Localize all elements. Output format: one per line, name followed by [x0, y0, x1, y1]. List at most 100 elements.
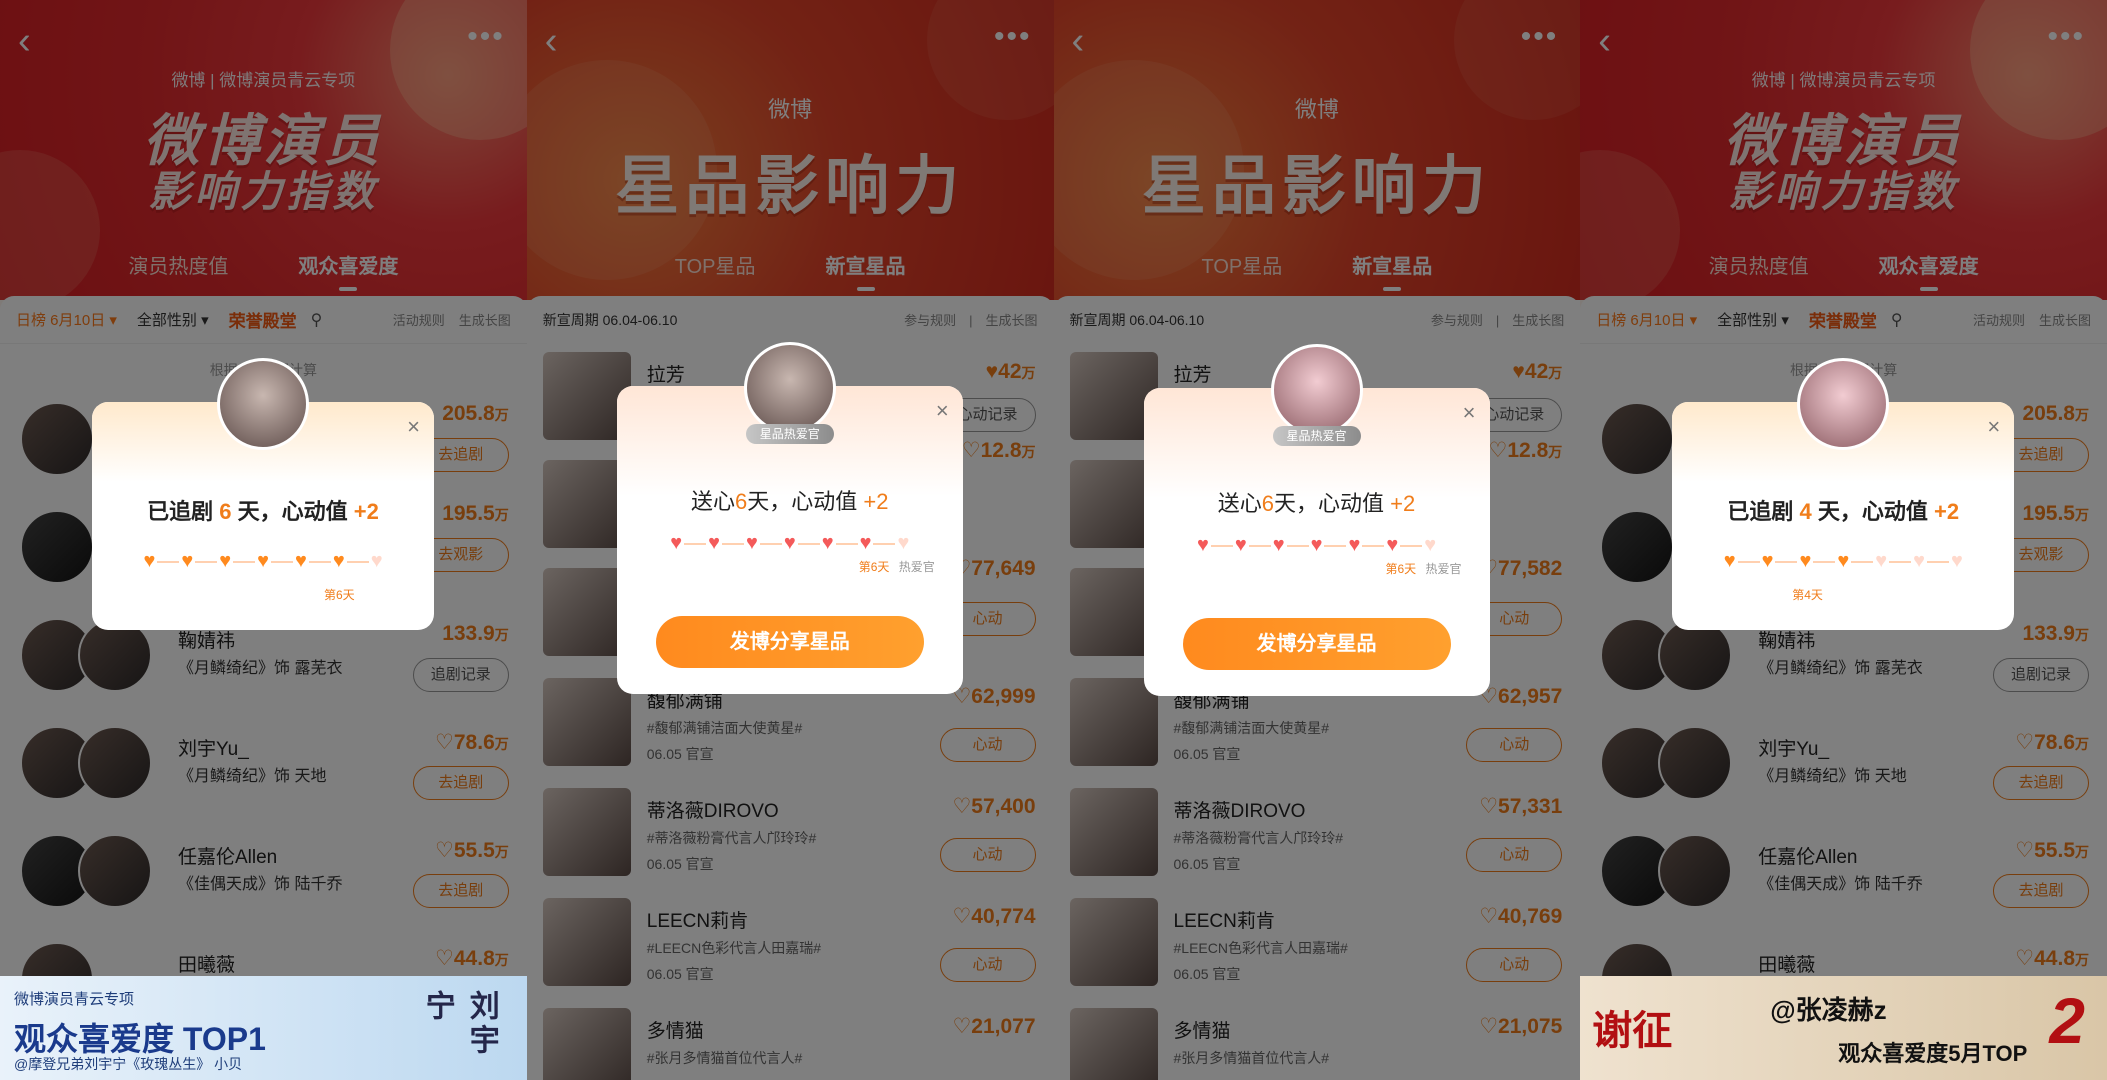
streak-connector — [1286, 544, 1309, 547]
banner-top: 微博演员青云专项 — [14, 991, 135, 1008]
streak-connector — [759, 542, 782, 545]
banner-side: 刘宇宁 — [420, 990, 498, 1058]
popup-title: 送心6天，心动值 +2 — [1144, 486, 1490, 518]
day-label: 第6天 — [1385, 562, 1417, 576]
heart-filled-icon: ♥ — [1196, 534, 1209, 556]
popup-suffix: 天，心动值 — [1274, 491, 1391, 516]
popup-suffix: 天，心动值 — [231, 499, 354, 524]
day-label: 第6天 — [324, 588, 355, 602]
popup-title: 已追剧 4 天，心动值 +2 — [1672, 494, 2014, 526]
avatar — [217, 358, 309, 450]
close-icon[interactable]: × — [1463, 400, 1476, 426]
day-label: 第4天 — [1792, 588, 1823, 602]
banner-rank: 2 — [2049, 985, 2085, 1057]
heart-filled-icon: ♥ — [1272, 534, 1285, 556]
avatar — [1797, 358, 1890, 450]
popup-prefix: 送心 — [1217, 491, 1262, 516]
heart-filled-icon: ♥ — [143, 550, 156, 572]
heart-filled-icon: ♥ — [670, 532, 683, 554]
close-icon[interactable]: × — [936, 398, 949, 424]
popup-days: 6 — [1261, 491, 1275, 516]
heart-empty-icon: ♥ — [897, 532, 910, 554]
close-icon[interactable]: × — [1987, 414, 2000, 440]
heart-filled-icon: ♥ — [1837, 550, 1850, 572]
streak-hearts: ♥ ♥ ♥ ♥ ♥ ♥ ♥ — [92, 550, 434, 573]
streak-connector — [346, 560, 369, 563]
heart-filled-icon: ♥ — [821, 532, 834, 554]
popup-plus: +2 — [353, 499, 379, 524]
popup-prefix: 送心 — [691, 489, 736, 514]
streak-popup: × 已追剧 6 天，心动值 +2 ♥ ♥ ♥ ♥ ♥ ♥ ♥ 第6天 — [92, 358, 434, 630]
streak-hearts: ♥ ♥ ♥ ♥ ♥ ♥ ♥ — [617, 532, 963, 555]
popup-title: 送心6天，心动值 +2 — [617, 484, 963, 516]
heart-filled-icon: ♥ — [219, 550, 232, 572]
streak-connector — [1400, 544, 1423, 547]
streak-connector — [684, 542, 707, 545]
streak-connector — [270, 560, 293, 563]
share-button[interactable]: 发博分享星品 — [655, 616, 924, 668]
streak-connector — [1737, 560, 1760, 563]
popup-title: 已追剧 6 天，心动值 +2 — [92, 494, 434, 526]
avatar — [1270, 344, 1363, 436]
heart-filled-icon: ♥ — [332, 550, 345, 572]
badge: 星品热爱官 — [1272, 426, 1361, 446]
heart-filled-icon: ♥ — [181, 550, 194, 572]
streak-connector — [308, 560, 331, 563]
panel-actor-index-1: ‹ ••• 微博 | 微博演员青云专项 微博演员 影响力指数 演员热度值 观众喜… — [0, 0, 527, 1080]
banner-handle: @张凌赫z — [1770, 995, 1887, 1025]
heart-filled-icon: ♥ — [294, 550, 307, 572]
streak-connector — [1889, 560, 1912, 563]
share-button[interactable]: 发博分享星品 — [1182, 618, 1451, 670]
popup-prefix: 已追剧 — [147, 499, 220, 524]
streak-connector — [1851, 560, 1874, 563]
streak-popup: × 已追剧 4 天，心动值 +2 ♥ ♥ ♥ ♥ ♥ ♥ ♥ 第4天 — [1672, 358, 2015, 630]
panel-actor-index-4: ‹ ••• 微博 | 微博演员青云专项 微博演员 影响力指数 演员热度值 观众喜… — [1580, 0, 2107, 1080]
streak-connector — [1248, 544, 1271, 547]
popup-suffix: 天，心动值 — [747, 489, 864, 514]
promo-banner[interactable]: 微博演员青云专项 观众喜爱度 TOP1 @摩登兄弟刘宇宁《玫瑰丛生》 小贝 刘宇… — [0, 976, 527, 1080]
streak-connector — [233, 560, 256, 563]
badge: 星品热爱官 — [745, 424, 834, 444]
heart-filled-icon: ♥ — [859, 532, 872, 554]
heart-empty-icon: ♥ — [1913, 550, 1925, 572]
banner-caption: 观众喜爱度5月TOP — [1838, 1041, 2028, 1066]
streak-connector — [1813, 560, 1836, 563]
heart-empty-icon: ♥ — [370, 550, 383, 572]
banner-credit: @摩登兄弟刘宇宁《玫瑰丛生》 小贝 — [14, 1056, 243, 1072]
streak-connector — [157, 560, 180, 563]
promo-banner[interactable]: 谢征 @张凌赫z 观众喜爱度5月TOP 2 — [1580, 976, 2107, 1080]
heart-filled-icon: ♥ — [1761, 550, 1774, 572]
popup-plus: +2 — [1390, 491, 1416, 516]
heart-filled-icon: ♥ — [1348, 534, 1361, 556]
popup-prefix: 已追剧 — [1727, 499, 1800, 524]
streak-connector — [797, 542, 820, 545]
streak-connector — [1324, 544, 1347, 547]
heart-filled-icon: ♥ — [1386, 534, 1399, 556]
heart-filled-icon: ♥ — [783, 532, 796, 554]
close-icon[interactable]: × — [407, 414, 420, 440]
streak-connector — [1926, 560, 1949, 563]
heart-empty-icon: ♥ — [1950, 550, 1963, 572]
streak-connector — [1775, 560, 1798, 563]
end-label: 热爱官 — [1425, 562, 1462, 576]
streak-connector — [1210, 544, 1233, 547]
end-label: 热爱官 — [898, 560, 935, 574]
heart-empty-icon: ♥ — [1424, 534, 1437, 556]
heart-filled-icon: ♥ — [1310, 534, 1323, 556]
popup-plus: +2 — [863, 489, 889, 514]
streak-connector — [873, 542, 896, 545]
heart-filled-icon: ♥ — [1799, 550, 1812, 572]
streak-connector — [835, 542, 858, 545]
popup-days: 6 — [219, 499, 232, 524]
streak-connector — [721, 542, 744, 545]
popup-suffix: 天，心动值 — [1811, 499, 1934, 524]
heart-filled-icon: ♥ — [1723, 550, 1736, 572]
panel-star-product-2: ‹ ••• 微博 星品影响力 TOP星品 新宣星品 新宣周期 06.04-06.… — [526, 0, 1054, 1080]
day-label: 第6天 — [858, 560, 890, 574]
popup-days: 4 — [1799, 499, 1812, 524]
banner-role: 谢征 — [1592, 1009, 1673, 1053]
heart-filled-icon: ♥ — [708, 532, 720, 554]
share-popup: 星品热爱官 × 送心6天，心动值 +2 ♥ ♥ ♥ ♥ ♥ ♥ ♥ 第6天 热爱官 发博分享… — [616, 342, 963, 694]
heart-empty-icon: ♥ — [1875, 550, 1888, 572]
heart-filled-icon: ♥ — [1234, 534, 1247, 556]
